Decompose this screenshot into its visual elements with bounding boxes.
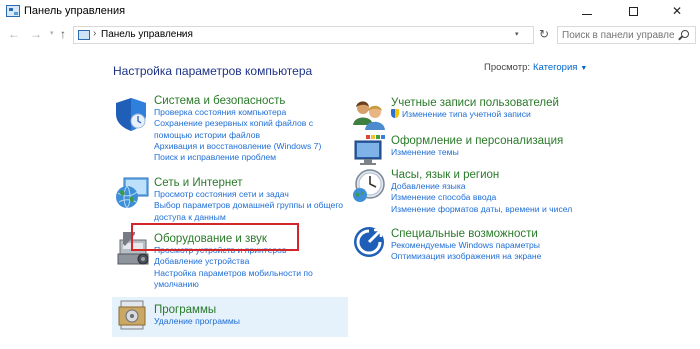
back-arrow-icon[interactable]: ←	[8, 27, 20, 41]
programs-icon	[118, 300, 146, 330]
window-title: Панель управления	[24, 5, 126, 17]
uninstall-program-link[interactable]: Удаление программы	[154, 316, 240, 327]
mobility-settings-link-cont[interactable]: умолчанию	[154, 279, 313, 290]
highlight-annotation-box	[131, 223, 299, 251]
uac-shield-icon	[391, 109, 399, 118]
breadcrumb-separator-icon[interactable]: ›	[93, 28, 96, 39]
close-button[interactable]: ✕	[654, 0, 700, 24]
network-status-tasks-link[interactable]: Просмотр состояния сети и задач	[154, 189, 343, 200]
address-dropdown-icon[interactable]: ▾	[515, 30, 519, 38]
change-input-method-link[interactable]: Изменение способа ввода	[391, 192, 572, 203]
category-clock-language-region: Часы, язык и регион Добавление языка Изм…	[391, 169, 572, 215]
maximize-icon	[628, 7, 638, 16]
homegroup-sharing-link-cont[interactable]: доступа к данным	[154, 212, 343, 223]
network-globe-icon	[116, 177, 149, 209]
recent-locations-dropdown-icon[interactable]: ▾	[50, 29, 54, 37]
page-title: Настройка параметров компьютера	[113, 64, 313, 78]
search-icon[interactable]	[681, 30, 689, 38]
view-by-label: Просмотр:	[484, 62, 531, 73]
file-history-backup-link[interactable]: Сохранение резервных копий файлов с	[154, 118, 321, 129]
close-icon: ✕	[671, 4, 683, 18]
find-fix-problems-link[interactable]: Поиск и исправление проблем	[154, 152, 321, 163]
backup-restore-windows7-link[interactable]: Архивация и восстановление (Windows 7)	[154, 141, 321, 152]
add-device-link[interactable]: Добавление устройства	[154, 256, 313, 267]
shield-security-icon	[116, 98, 146, 131]
optimize-display-link[interactable]: Оптимизация изображения на экране	[391, 251, 541, 262]
control-panel-icon	[78, 30, 90, 40]
appearance-personalization-icon	[354, 135, 385, 165]
user-accounts-icon	[353, 101, 385, 130]
change-date-time-formats-link[interactable]: Изменение форматов даты, времени и чисел	[391, 204, 572, 215]
category-network-internet: Сеть и Интернет Просмотр состояния сети …	[154, 177, 343, 223]
category-programs: Программы Удаление программы	[154, 304, 240, 327]
add-language-link[interactable]: Добавление языка	[391, 181, 572, 192]
appearance-title-link[interactable]: Оформление и персонализация	[391, 135, 563, 147]
minimize-button[interactable]	[564, 0, 610, 24]
view-by-value: Категория	[533, 62, 578, 73]
user-accounts-title-link[interactable]: Учетные записи пользователей	[391, 97, 559, 109]
title-bar: Панель управления ✕	[0, 0, 700, 24]
mobility-settings-link[interactable]: Настройка параметров мобильности по	[154, 268, 313, 279]
ease-of-access-title-link[interactable]: Специальные возможности	[391, 228, 541, 240]
category-user-accounts: Учетные записи пользователей Изменение т…	[391, 97, 559, 120]
breadcrumb-separator-icon[interactable]: ›	[180, 28, 183, 39]
change-theme-link[interactable]: Изменение темы	[391, 147, 563, 158]
control-panel-icon	[6, 5, 20, 17]
clock-language-region-icon	[353, 169, 385, 202]
change-account-type-link[interactable]: Изменение типа учетной записи	[391, 109, 559, 120]
homegroup-sharing-link[interactable]: Выбор параметров домашней группы и общег…	[154, 200, 343, 211]
forward-arrow-icon[interactable]: →	[30, 27, 42, 41]
search-box[interactable]	[557, 26, 696, 44]
view-by-dropdown[interactable]: Категория ▼	[533, 62, 587, 73]
check-computer-status-link[interactable]: Проверка состояния компьютера	[154, 107, 321, 118]
clock-language-region-title-link[interactable]: Часы, язык и регион	[391, 169, 572, 181]
category-appearance: Оформление и персонализация Изменение те…	[391, 135, 563, 158]
up-arrow-icon[interactable]: ↑	[60, 27, 66, 41]
file-history-backup-link-cont[interactable]: помощью истории файлов	[154, 130, 321, 141]
system-security-title-link[interactable]: Система и безопасность	[154, 95, 321, 107]
search-input[interactable]	[562, 28, 674, 42]
refresh-icon[interactable]: ↻	[539, 27, 549, 41]
chevron-down-icon: ▼	[580, 65, 588, 72]
category-system-security: Система и безопасность Проверка состояни…	[154, 95, 321, 163]
recommended-settings-link[interactable]: Рекомендуемые Windows параметры	[391, 240, 541, 251]
category-ease-of-access: Специальные возможности Рекомендуемые Wi…	[391, 228, 541, 263]
network-internet-title-link[interactable]: Сеть и Интернет	[154, 177, 343, 189]
minimize-icon	[582, 14, 592, 15]
maximize-button[interactable]	[610, 0, 656, 24]
ease-of-access-icon	[354, 227, 384, 257]
programs-title-link[interactable]: Программы	[154, 304, 240, 316]
address-bar[interactable]: › Панель управления ›	[73, 26, 534, 44]
